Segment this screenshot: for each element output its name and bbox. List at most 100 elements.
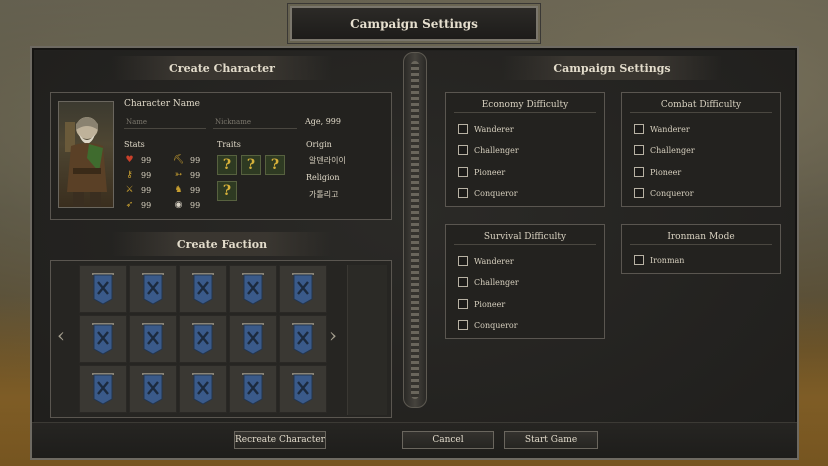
banner-icon [292,373,314,405]
faction-banner-cell[interactable] [179,315,227,363]
checkbox[interactable] [458,277,468,287]
faction-banner-cell[interactable] [179,365,227,413]
faction-box: ‹ › [50,260,392,418]
faction-banner-cell[interactable] [129,265,177,313]
checkbox[interactable] [634,188,644,198]
stat-value: 99 [190,156,201,165]
pickaxe-icon: ⛏ [173,155,185,165]
character-name-label: Character Name [124,99,200,109]
banner-icon [292,323,314,355]
faction-banner-cell[interactable] [79,365,127,413]
stat-value: 99 [141,186,152,195]
ironman-mode-box: Ironman Mode Ironman [621,224,781,274]
economy-option-challenger[interactable]: Challenger [458,145,519,155]
campaign-settings-header: Campaign Settings [502,56,722,80]
checkbox[interactable] [634,167,644,177]
faction-banner-cell[interactable] [179,265,227,313]
horse-icon: ♞ [174,185,183,195]
ironman-option[interactable]: Ironman [634,255,684,265]
cancel-button[interactable]: Cancel [402,431,494,449]
combat-option-wanderer[interactable]: Wanderer [634,124,690,134]
combat-difficulty-box: Combat Difficulty Wanderer Challenger Pi… [621,92,781,207]
checkbox[interactable] [458,167,468,177]
banner-icon [242,373,264,405]
banner-icon [142,273,164,305]
checkbox[interactable] [458,124,468,134]
faction-banner-grid [79,265,327,415]
stat-value: 99 [141,201,152,210]
faction-banner-cell[interactable] [279,315,327,363]
faction-banner-cell[interactable] [129,365,177,413]
traits-label: Traits [217,140,241,149]
survival-option-pioneer[interactable]: Pioneer [458,299,505,309]
option-label: Challenger [474,145,519,155]
create-character-header: Create Character [112,56,332,80]
banner-icon [242,273,264,305]
trait-slot[interactable]: ? [265,155,285,175]
banner-icon [242,323,264,355]
start-game-button[interactable]: Start Game [504,431,598,449]
option-label: Conqueror [650,188,694,198]
option-label: Wanderer [474,256,514,266]
checkbox[interactable] [458,145,468,155]
recreate-character-button[interactable]: Recreate Character [234,431,326,449]
chevron-left-icon[interactable]: ‹ [57,323,65,347]
ironman-mode-title: Ironman Mode [630,229,772,245]
faction-banner-cell[interactable] [279,265,327,313]
heart-icon: ♥ [125,155,134,165]
character-portrait[interactable] [58,101,114,208]
economy-option-conqueror[interactable]: Conqueror [458,188,518,198]
faction-banner-cell[interactable] [129,315,177,363]
stats-label: Stats [124,140,145,149]
checkbox[interactable] [458,320,468,330]
banner-icon [92,273,114,305]
name-input[interactable]: Name [124,115,206,129]
arrow-icon: ➳ [174,170,183,180]
option-label: Pioneer [474,167,506,177]
checkbox[interactable] [458,256,468,266]
option-label: Challenger [650,145,695,155]
trait-slot[interactable]: ? [241,155,261,175]
checkbox[interactable] [634,255,644,265]
banner-icon [192,273,214,305]
origin-value[interactable]: 알덴라이이 [309,155,346,166]
campaign-settings-panel: Create Character Character Name Name Nic… [30,46,799,460]
economy-option-pioneer[interactable]: Pioneer [458,167,505,177]
character-box: Character Name Name Nickname Age, 999 St… [50,92,392,220]
faction-banner-cell[interactable] [229,315,277,363]
stat-value: 99 [190,201,201,210]
bottom-action-bar: Recreate Character Cancel Start Game [32,422,797,458]
checkbox[interactable] [458,188,468,198]
combat-option-challenger[interactable]: Challenger [634,145,695,155]
faction-banner-cell[interactable] [229,365,277,413]
economy-option-wanderer[interactable]: Wanderer [458,124,514,134]
option-label: Wanderer [650,124,690,134]
banner-icon [192,373,214,405]
nickname-input[interactable]: Nickname [213,115,297,129]
trait-slot[interactable]: ? [217,181,237,201]
checkbox[interactable] [458,299,468,309]
religion-value[interactable]: 가톨리고 [309,189,338,200]
combat-option-pioneer[interactable]: Pioneer [634,167,681,177]
banner-icon [142,373,164,405]
faction-banner-cell[interactable] [79,315,127,363]
banner-icon [92,323,114,355]
combat-difficulty-title: Combat Difficulty [630,97,772,113]
chevron-right-icon[interactable]: › [329,323,337,347]
age-label: Age, 999 [305,117,341,126]
option-label: Pioneer [474,299,506,309]
faction-banner-cell[interactable] [79,265,127,313]
economy-difficulty-title: Economy Difficulty [454,97,596,113]
combat-option-conqueror[interactable]: Conqueror [634,188,694,198]
checkbox[interactable] [634,124,644,134]
crossed-swords-icon: ⚔ [125,185,134,195]
trait-slot[interactable]: ? [217,155,237,175]
survival-option-conqueror[interactable]: Conqueror [458,320,518,330]
survival-option-challenger[interactable]: Challenger [458,277,519,287]
portrait-figure-icon [65,117,107,207]
faction-banner-cell[interactable] [279,365,327,413]
banner-icon [292,273,314,305]
checkbox[interactable] [634,145,644,155]
faction-banner-cell[interactable] [229,265,277,313]
survival-option-wanderer[interactable]: Wanderer [458,256,514,266]
